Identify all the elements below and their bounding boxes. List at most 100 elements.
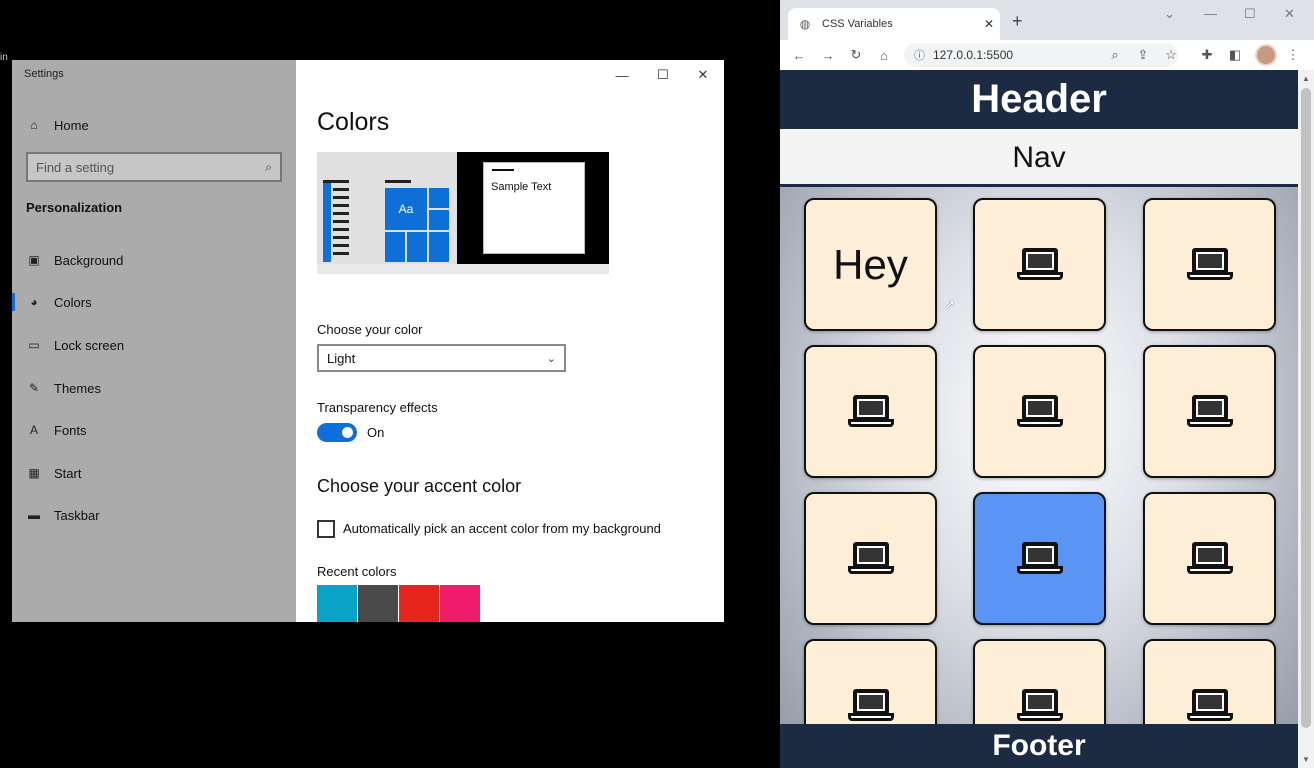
fonts-icon: A: [29, 423, 38, 437]
laptop-icon: [847, 688, 894, 723]
grid-card[interactable]: [1143, 198, 1276, 331]
minimize-button[interactable]: —: [610, 66, 634, 84]
tab-css-variables[interactable]: ◍ CSS Variables ✕: [788, 8, 1000, 40]
sidebar-item-label: Background: [54, 252, 124, 268]
start-icon: ▦: [28, 466, 40, 480]
browser-toolbar: ← → ↻ ⌂ ⓘ 127.0.0.1:5500 ⌕ ⇪ ☆ ✚ ◧ ⋮: [780, 40, 1314, 70]
sidebar-item-taskbar[interactable]: ▬ Taskbar: [26, 504, 100, 526]
tab-search-icon[interactable]: ⌄: [1164, 6, 1175, 22]
recent-color-swatch-1[interactable]: [317, 585, 357, 622]
info-icon[interactable]: ⓘ: [914, 47, 925, 63]
laptop-icon: [847, 394, 894, 429]
close-button[interactable]: ✕: [1284, 6, 1295, 22]
avatar[interactable]: [1255, 44, 1277, 66]
tab-close-icon[interactable]: ✕: [984, 17, 994, 31]
recent-color-swatch-2[interactable]: [358, 585, 398, 622]
sidebar-item-label: Fonts: [54, 422, 87, 438]
transparency-toggle[interactable]: [317, 423, 357, 442]
card-text: Hey: [833, 240, 908, 288]
sidebar-item-start[interactable]: ▦ Start: [26, 462, 81, 484]
themes-icon: ✎: [28, 381, 40, 395]
sidebar-item-label: Home: [54, 117, 89, 133]
home-icon[interactable]: ⌂: [875, 46, 893, 64]
tab-title: CSS Variables: [822, 18, 893, 30]
sidebar-item-background[interactable]: ▣ Background: [26, 249, 123, 271]
minimize-button[interactable]: —: [1204, 6, 1217, 21]
maximize-button[interactable]: ☐: [1244, 6, 1256, 22]
grid-card[interactable]: [804, 492, 937, 625]
choose-color-label: Choose your color: [317, 322, 423, 337]
grid-card[interactable]: [1143, 345, 1276, 478]
settings-sidebar: Settings ⌂ Home ⌕ Personalization ▣ Back…: [12, 60, 296, 622]
desktop-edge-text: in: [0, 52, 8, 63]
preview-sample-window: Sample Text: [483, 162, 585, 254]
sidebar-item-home[interactable]: ⌂ Home: [26, 114, 89, 136]
auto-pick-checkbox[interactable]: [317, 520, 335, 538]
laptop-icon: [1186, 247, 1233, 282]
settings-content: — ☐ ✕ Colors Aa Sample Text Choose your …: [296, 60, 724, 622]
recent-color-swatch-3[interactable]: [399, 585, 439, 622]
extensions-icon[interactable]: ✚: [1198, 46, 1216, 64]
laptop-icon: [847, 541, 894, 576]
scroll-down-icon[interactable]: ▼: [1302, 755, 1310, 764]
laptop-icon: [1016, 541, 1063, 576]
new-tab-icon[interactable]: +: [1012, 12, 1023, 30]
back-icon[interactable]: ←: [790, 46, 808, 64]
settings-window: Settings ⌂ Home ⌕ Personalization ▣ Back…: [12, 60, 724, 622]
zoom-icon[interactable]: ⌕: [1106, 46, 1124, 64]
chevron-down-icon: ⌄: [546, 352, 556, 365]
home-icon: ⌂: [30, 118, 38, 132]
laptop-icon: [1016, 247, 1063, 282]
grid-card-highlighted[interactable]: [973, 492, 1106, 625]
page-nav: Nav: [780, 129, 1298, 187]
lock-screen-icon: ▭: [28, 338, 40, 352]
sidebar-item-lock-screen[interactable]: ▭ Lock screen: [26, 334, 124, 356]
forward-icon[interactable]: →: [819, 46, 837, 64]
menu-icon[interactable]: ⋮: [1284, 46, 1302, 64]
side-panel-icon[interactable]: ◧: [1226, 46, 1244, 64]
preview-sample-text: Sample Text: [491, 181, 552, 193]
background-icon: ▣: [28, 253, 40, 267]
grid-card[interactable]: [804, 345, 937, 478]
page-scrollbar[interactable]: ▲ ▼: [1298, 70, 1314, 768]
page-title: Colors: [317, 108, 390, 136]
auto-pick-label: Automatically pick an accent color from …: [343, 521, 661, 536]
search-input[interactable]: [36, 159, 246, 175]
toggle-state-label: On: [367, 425, 385, 440]
grid-card[interactable]: [973, 198, 1106, 331]
sidebar-item-fonts[interactable]: A Fonts: [26, 419, 87, 441]
transparency-label: Transparency effects: [317, 400, 438, 415]
close-button[interactable]: ✕: [691, 66, 715, 84]
globe-icon: ◍: [799, 17, 811, 31]
search-box[interactable]: ⌕: [26, 152, 282, 182]
laptop-icon: [1016, 688, 1063, 723]
page-viewport: Header Nav Hey Footer: [780, 70, 1298, 768]
theme-preview: Aa Sample Text: [317, 152, 609, 274]
taskbar-icon: ▬: [28, 508, 40, 522]
sidebar-item-label: Taskbar: [54, 507, 100, 523]
preview-tile: Aa: [385, 188, 427, 230]
bookmark-star-icon[interactable]: ☆: [1162, 46, 1180, 64]
maximize-button[interactable]: ☐: [651, 66, 675, 84]
scroll-up-icon[interactable]: ▲: [1302, 74, 1310, 83]
url-text: 127.0.0.1:5500: [933, 48, 1014, 62]
share-icon[interactable]: ⇪: [1134, 46, 1152, 64]
laptop-icon: [1186, 541, 1233, 576]
choose-color-dropdown[interactable]: Light ⌄: [317, 344, 566, 372]
scrollbar-thumb[interactable]: [1301, 88, 1311, 728]
dropdown-value: Light: [327, 350, 356, 366]
grid-card[interactable]: Hey: [804, 198, 937, 331]
desktop: in Settings ⌂ Home ⌕ Personalization ▣ B…: [0, 0, 1314, 768]
grid-card[interactable]: [973, 345, 1106, 478]
sidebar-item-colors[interactable]: ◕ Colors: [12, 291, 92, 313]
sidebar-item-label: Themes: [54, 380, 101, 396]
reload-icon[interactable]: ↻: [847, 46, 865, 64]
search-icon[interactable]: ⌕: [265, 160, 272, 175]
laptop-icon: [1186, 394, 1233, 429]
grid-card[interactable]: [1143, 492, 1276, 625]
sidebar-item-themes[interactable]: ✎ Themes: [26, 377, 101, 399]
sidebar-item-label: Start: [54, 465, 82, 481]
accent-heading: Choose your accent color: [317, 476, 522, 496]
page-header: Header: [780, 70, 1298, 129]
recent-color-swatch-4[interactable]: [440, 585, 480, 622]
